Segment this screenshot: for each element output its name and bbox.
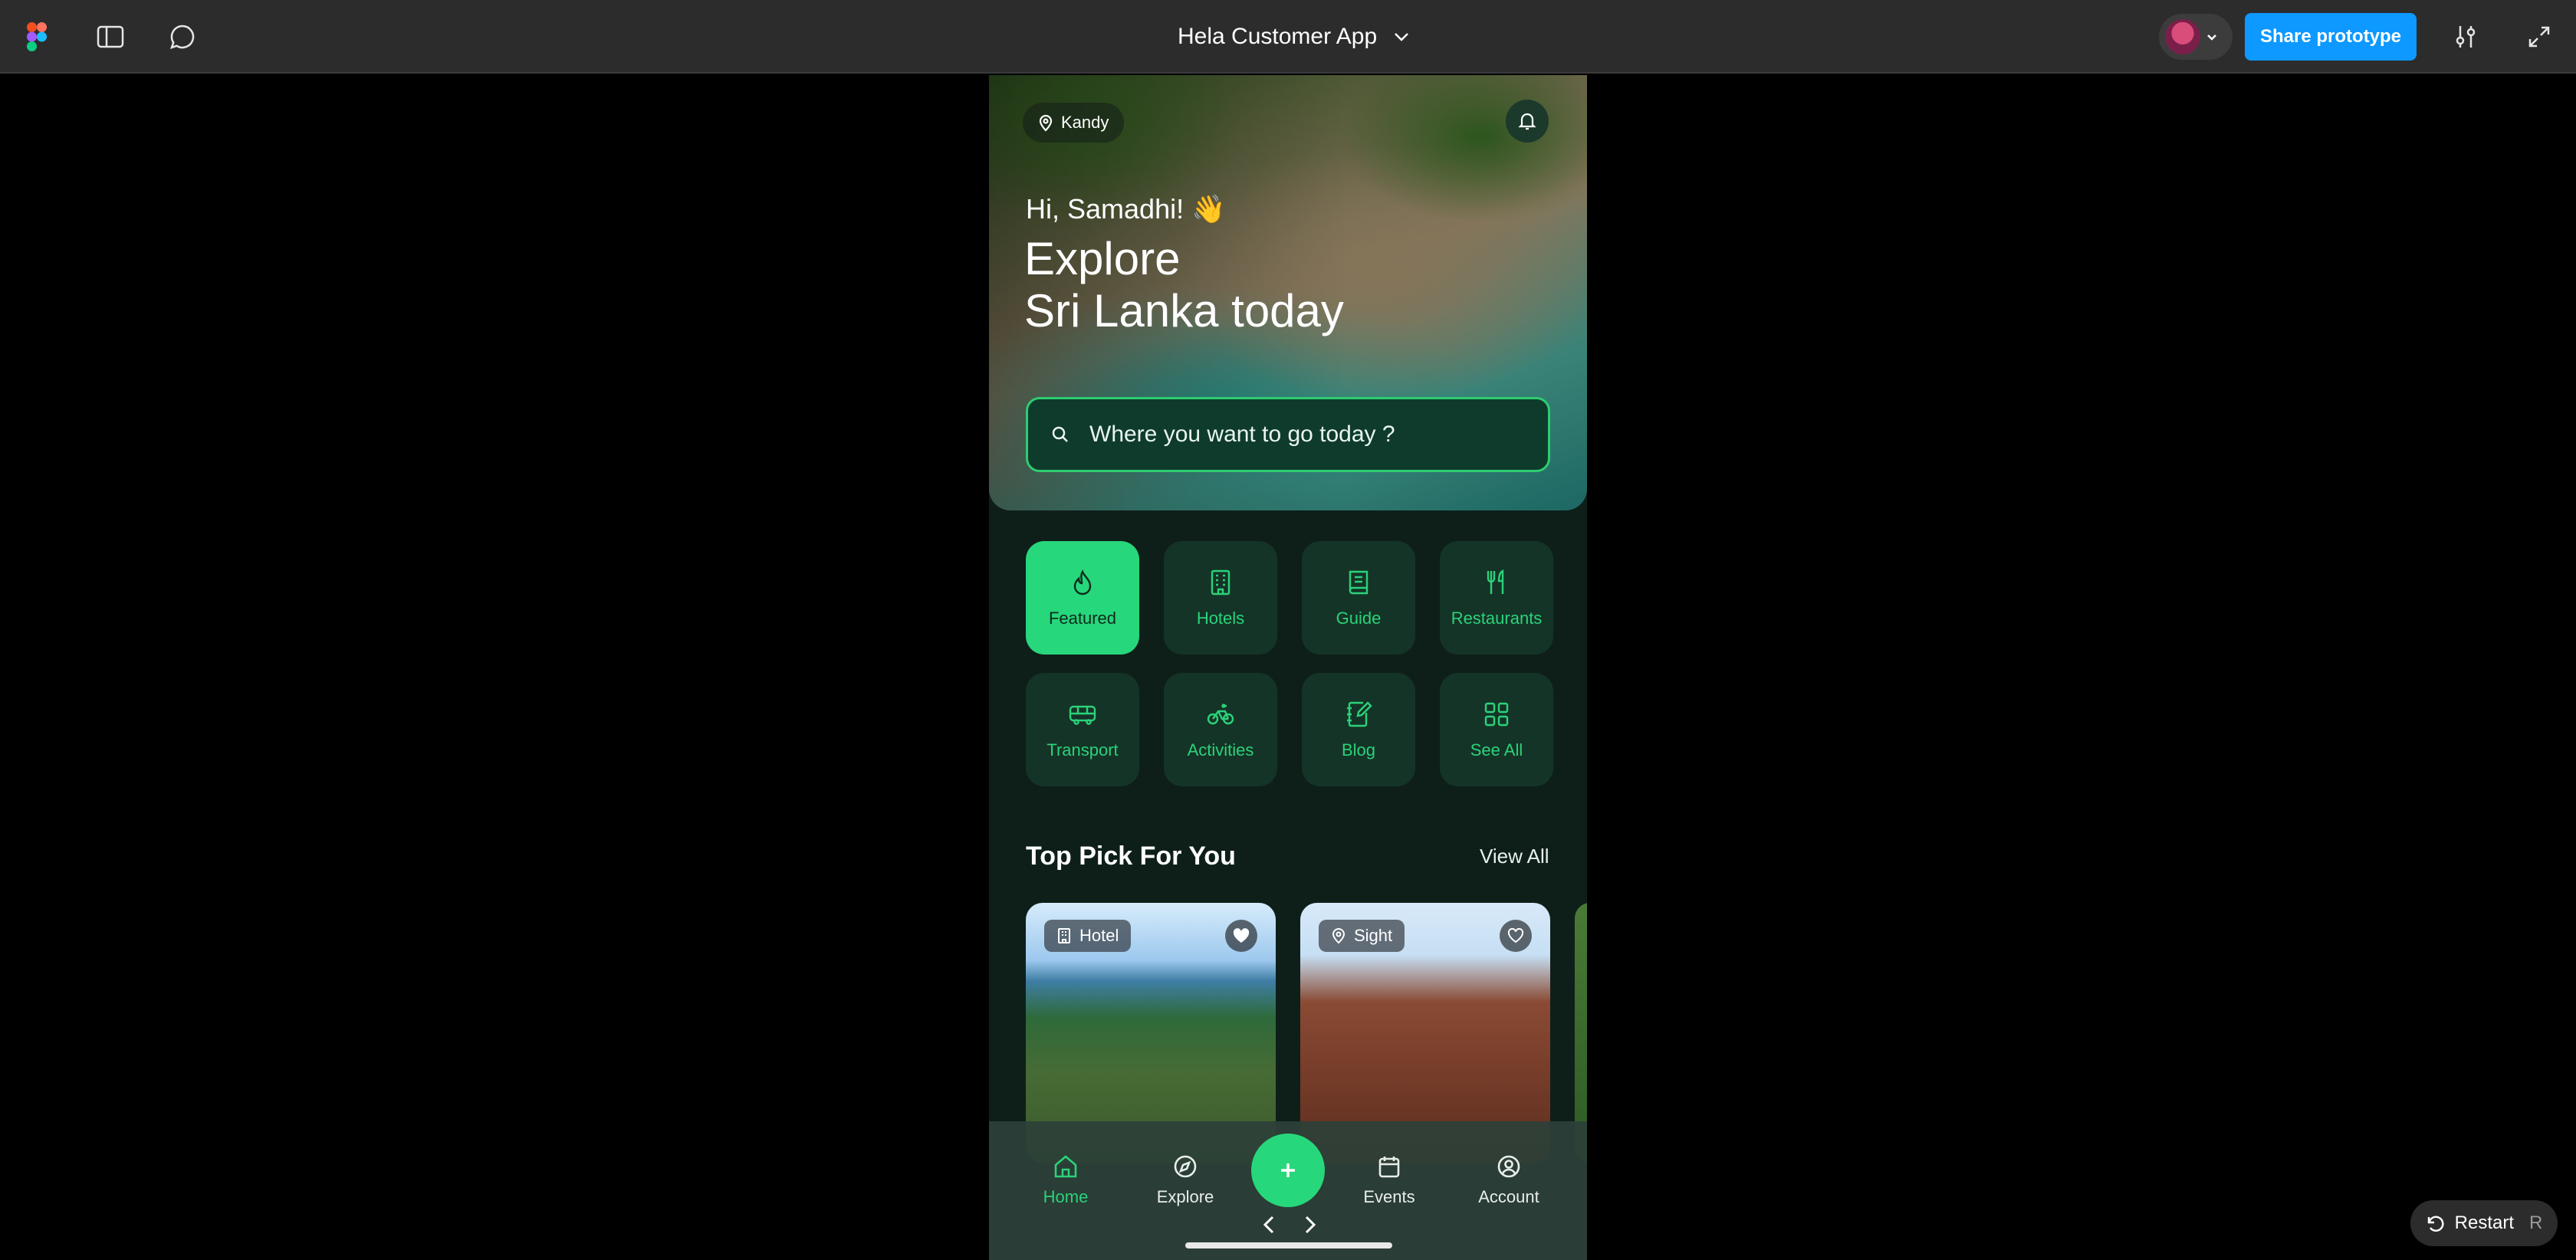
nav-explore[interactable]: Explore <box>1139 1153 1231 1207</box>
category-blog[interactable]: Blog <box>1302 673 1415 786</box>
restart-icon <box>2427 1216 2444 1232</box>
building-icon <box>1058 928 1070 943</box>
book-icon <box>1349 570 1368 595</box>
user-circle-icon <box>1497 1155 1520 1178</box>
file-title-label: Hela Customer App <box>1178 24 1378 49</box>
chevron-down-icon <box>1395 33 1409 41</box>
section-title: Top Pick For You <box>1026 842 1236 871</box>
avatar <box>2165 19 2200 54</box>
chevron-left-icon[interactable] <box>1263 1215 1275 1235</box>
comment-icon[interactable] <box>167 21 198 52</box>
headline-line2: Sri Lanka today <box>1024 285 1344 336</box>
user-avatar-menu[interactable] <box>2159 14 2233 60</box>
location-label: Kandy <box>1061 113 1109 132</box>
plus-icon <box>1281 1163 1295 1177</box>
search-icon <box>1052 426 1068 442</box>
category-label: Transport <box>1046 740 1119 760</box>
nav-label: Account <box>1478 1187 1539 1206</box>
category-see-all[interactable]: See All <box>1440 673 1553 786</box>
prototype-frame: Kandy Hi, Samadhi! 👋 Explore Sri Lanka t… <box>989 75 1587 1260</box>
figma-toolbar: Hela Customer App Share prototype <box>0 0 2576 74</box>
card-tag-label: Sight <box>1354 926 1393 945</box>
heart-outline-icon <box>1507 928 1524 943</box>
flame-icon <box>1073 569 1092 596</box>
restart-shortcut: R <box>2529 1212 2543 1233</box>
category-transport[interactable]: Transport <box>1026 673 1139 786</box>
category-label: Hotels <box>1196 609 1245 628</box>
category-label: Guide <box>1336 609 1382 628</box>
view-all-link[interactable]: View All <box>1480 845 1549 868</box>
compass-icon <box>1174 1155 1197 1178</box>
category-featured[interactable]: Featured <box>1026 541 1139 655</box>
nav-label: Explore <box>1156 1187 1214 1206</box>
hero-banner: Kandy Hi, Samadhi! 👋 Explore Sri Lanka t… <box>989 75 1587 510</box>
chevron-right-icon[interactable] <box>1304 1215 1316 1235</box>
map-pin-icon <box>1039 114 1053 132</box>
search-input[interactable] <box>1089 422 1548 448</box>
headline-line1: Explore <box>1024 233 1181 284</box>
restart-button[interactable]: Restart R <box>2410 1200 2558 1246</box>
nav-label: Events <box>1363 1187 1415 1206</box>
location-chip[interactable]: Kandy <box>1023 103 1125 143</box>
map-pin-icon <box>1332 928 1346 944</box>
figma-logo-icon[interactable] <box>21 21 52 52</box>
restart-label: Restart <box>2454 1212 2514 1233</box>
category-label: Restaurants <box>1451 609 1543 628</box>
add-button[interactable] <box>1251 1134 1325 1207</box>
calendar-icon <box>1378 1157 1400 1178</box>
category-hotels[interactable]: Hotels <box>1164 541 1277 655</box>
notebook-pen-icon <box>1347 701 1372 727</box>
home-icon <box>1054 1155 1077 1178</box>
favorite-button[interactable] <box>1500 920 1532 952</box>
heart-filled-icon <box>1233 928 1250 943</box>
share-prototype-button[interactable]: Share prototype <box>2245 13 2417 61</box>
category-restaurants[interactable]: Restaurants <box>1440 541 1553 655</box>
card-tag: Hotel <box>1044 920 1132 952</box>
nav-label: Home <box>1043 1187 1089 1206</box>
headline: Explore Sri Lanka today <box>1024 233 1344 337</box>
utensils-icon <box>1487 569 1504 594</box>
chevron-down-icon <box>2207 34 2216 41</box>
grid-icon <box>1484 702 1509 727</box>
category-label: Blog <box>1341 740 1376 760</box>
category-label: See All <box>1470 740 1523 760</box>
prototype-pager <box>1248 1206 1331 1244</box>
favorite-button[interactable] <box>1225 920 1257 952</box>
search-bar[interactable] <box>1026 397 1550 472</box>
expand-icon[interactable] <box>2524 21 2555 52</box>
category-guide[interactable]: Guide <box>1302 541 1415 655</box>
nav-events[interactable]: Events <box>1343 1153 1435 1207</box>
file-title[interactable]: Hela Customer App <box>1178 20 1409 54</box>
greeting: Hi, Samadhi! 👋 <box>1026 193 1226 225</box>
card-tag-label: Hotel <box>1079 926 1119 945</box>
bottom-navigation: Home Explore Events Account <box>989 1121 1587 1260</box>
category-label: Featured <box>1048 609 1117 628</box>
sidebar-toggle-icon[interactable] <box>95 21 126 52</box>
bell-icon <box>1518 113 1536 130</box>
card-tag: Sight <box>1319 920 1405 952</box>
category-label: Activities <box>1187 740 1254 760</box>
nav-home[interactable]: Home <box>1020 1153 1112 1207</box>
category-activities[interactable]: Activities <box>1164 673 1277 786</box>
bus-icon <box>1069 705 1096 725</box>
building-icon <box>1211 569 1230 596</box>
home-indicator <box>1185 1242 1392 1249</box>
nav-account[interactable]: Account <box>1463 1153 1555 1207</box>
bicycle-icon <box>1207 704 1234 725</box>
notification-button[interactable] <box>1506 100 1549 143</box>
settings-sliders-icon[interactable] <box>2450 21 2481 52</box>
